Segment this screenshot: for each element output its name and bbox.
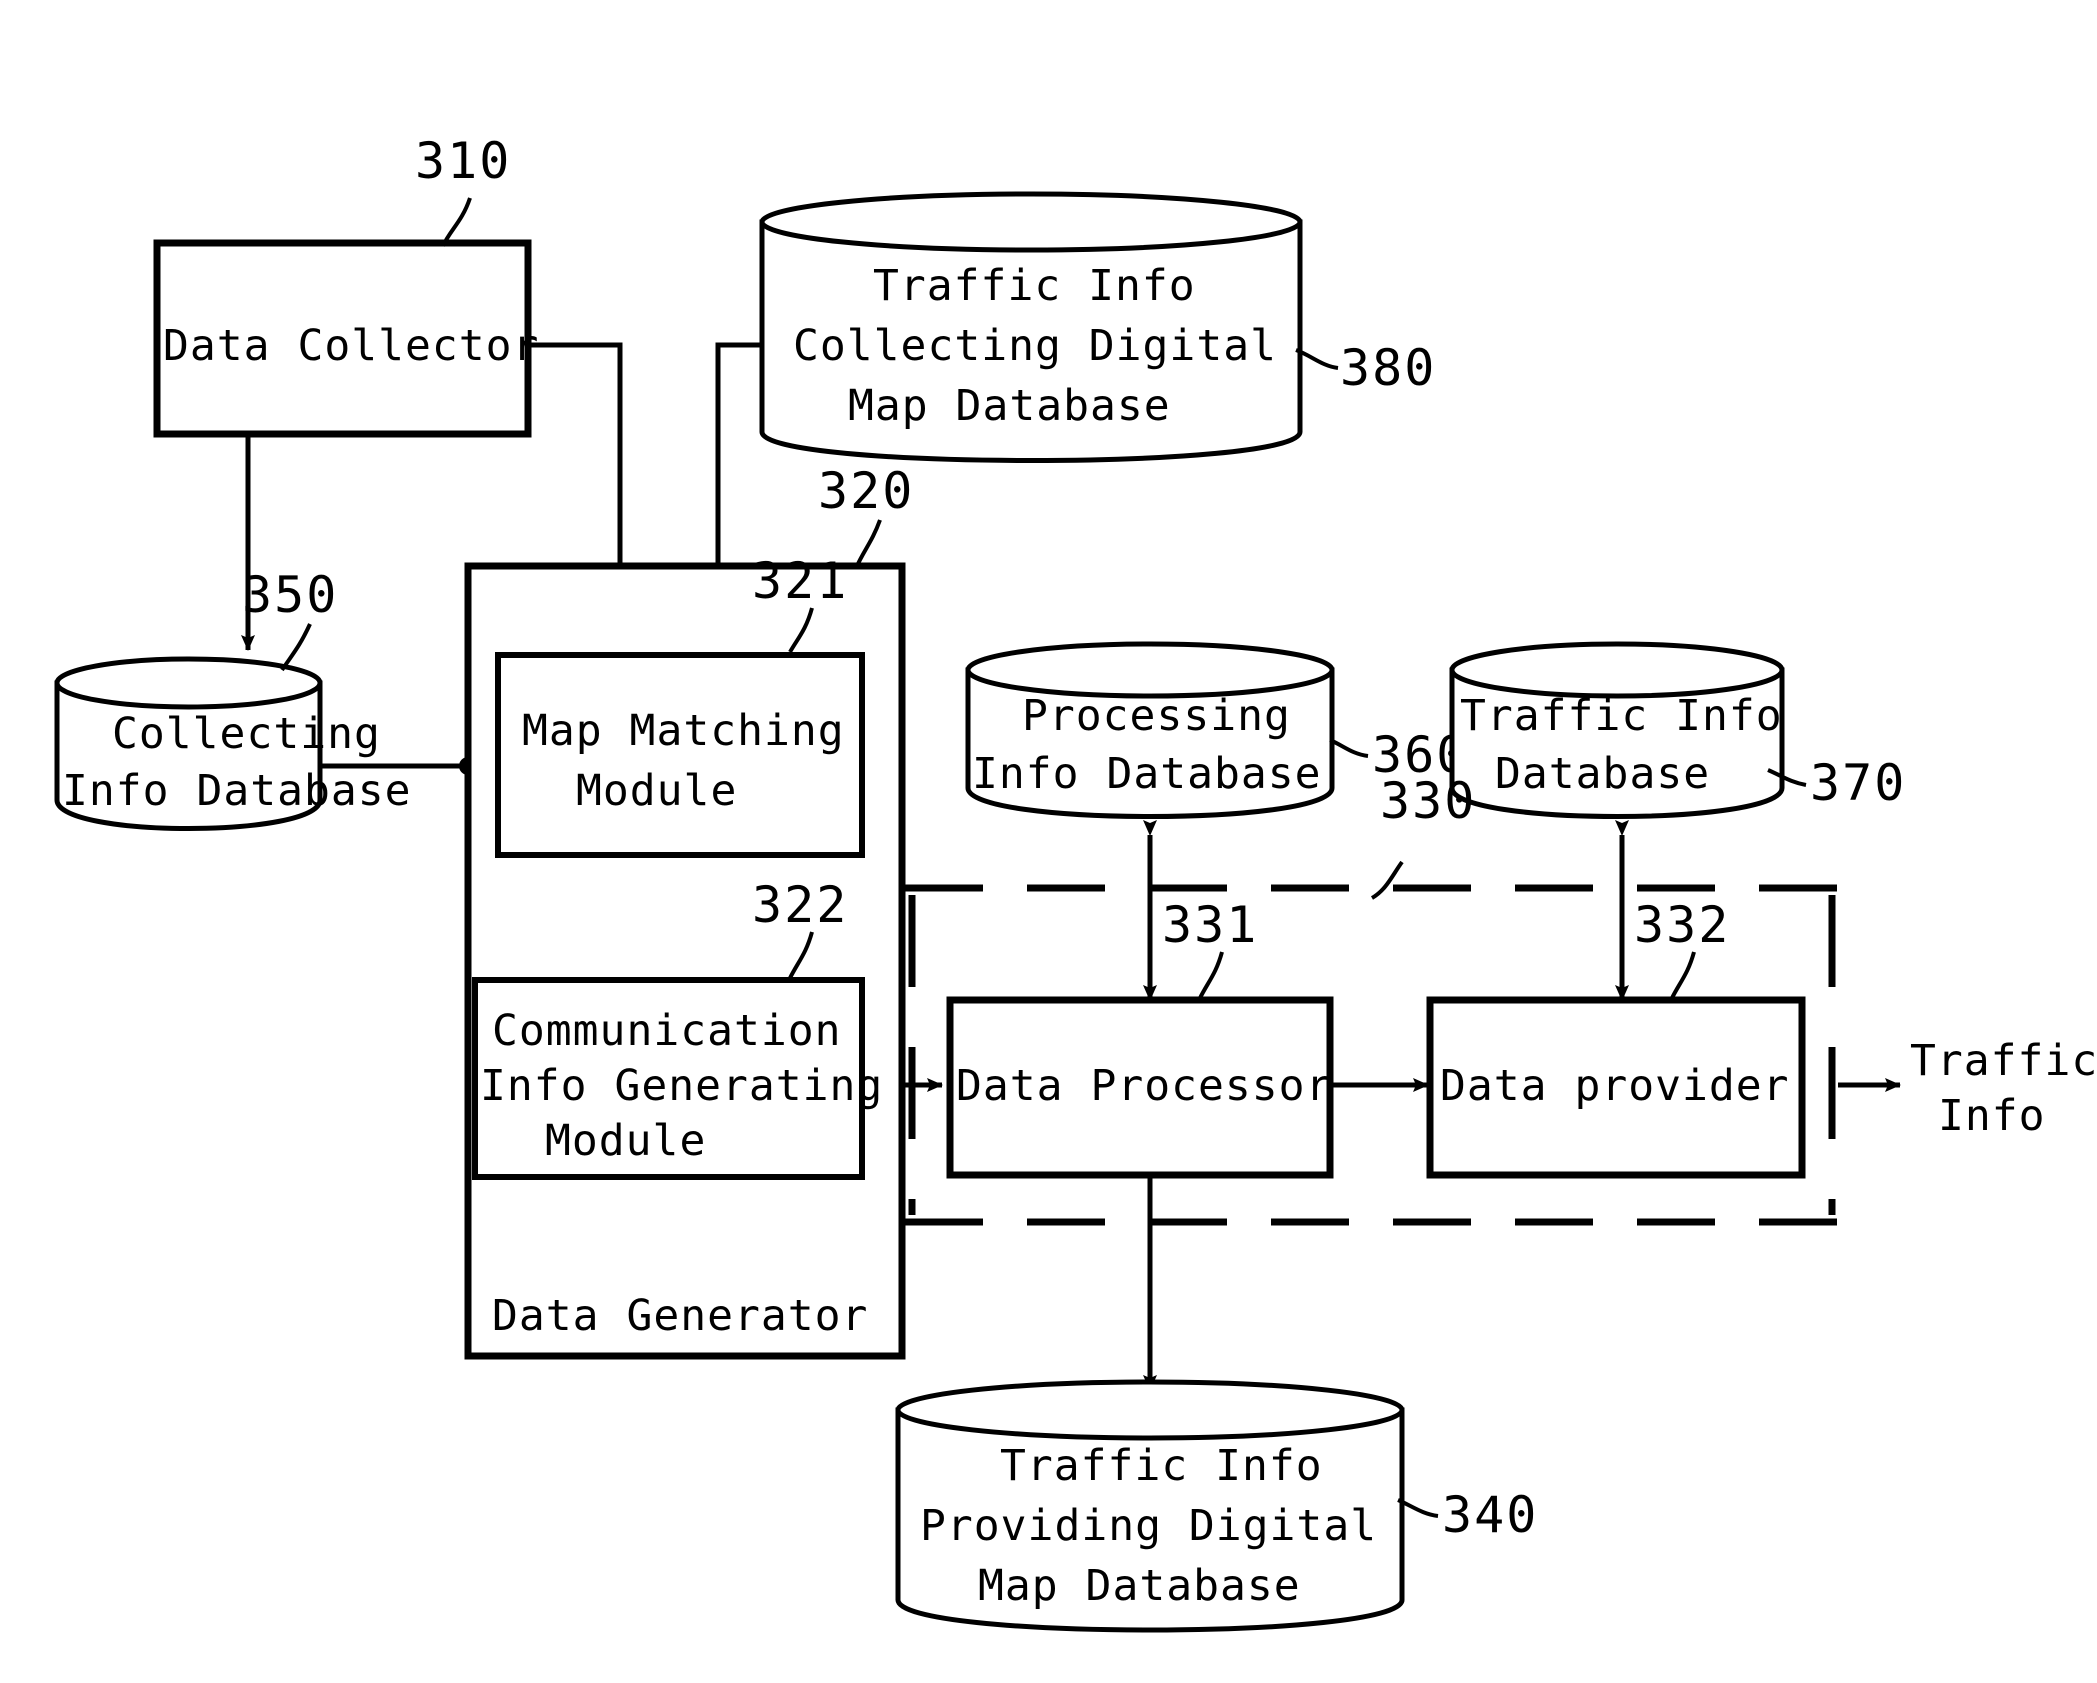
patent-figure: Data Collector 310 Traffic Info Collecti…: [0, 0, 2097, 1683]
db-collecting-map-label-1: Traffic Info: [873, 261, 1196, 311]
leader-360: [1329, 738, 1369, 758]
db-providing-map-label-2: Providing Digital: [920, 1501, 1377, 1551]
block-map-matching-label-1: Map Matching: [522, 706, 845, 756]
ref-322: 322: [752, 876, 848, 934]
db-providing-map-label-1: Traffic Info: [1000, 1441, 1323, 1491]
block-data-collector-label: Data Collector: [163, 321, 539, 371]
block-comm-module-label-2: Info Generating: [480, 1061, 883, 1111]
ref-380: 380: [1340, 339, 1436, 397]
leader-331: [1198, 951, 1224, 999]
leader-320: [854, 519, 882, 569]
diagram-canvas: Data Collector 310 Traffic Info Collecti…: [54, 132, 2097, 1633]
db-collecting-info-label-2: Info Database: [62, 766, 412, 816]
ref-330: 330: [1380, 772, 1476, 830]
ref-370: 370: [1810, 754, 1906, 812]
traffic-info-output-label-2: Info: [1938, 1091, 2046, 1141]
block-comm-module-label-1: Communication: [492, 1006, 842, 1056]
block-data-processor-label: Data Processor: [956, 1061, 1332, 1111]
leader-332: [1670, 951, 1696, 999]
block-comm-module-label-3: Module: [545, 1116, 706, 1166]
block-data-provider-label: Data provider: [1440, 1061, 1790, 1111]
ref-332: 332: [1634, 896, 1730, 954]
leader-330: [1370, 860, 1404, 900]
block-map-matching-label-2: Module: [576, 766, 737, 816]
block-data-generator-label: Data Generator: [492, 1291, 868, 1341]
db-processing-info-label-1: Processing: [1022, 691, 1291, 741]
traffic-info-output-label-1: Traffic: [1910, 1036, 2097, 1086]
ref-310: 310: [415, 132, 511, 190]
db-collecting-info-label-1: Collecting: [112, 709, 381, 759]
db-traffic-info-label-2: Database: [1495, 749, 1710, 799]
leader-310: [441, 197, 472, 247]
ref-320: 320: [818, 462, 914, 520]
db-collecting-map-label-2: Collecting Digital: [793, 321, 1277, 371]
db-collecting-map-label-3: Map Database: [848, 381, 1171, 431]
ref-340: 340: [1442, 1486, 1538, 1544]
ref-350: 350: [242, 566, 338, 624]
leader-350: [280, 623, 312, 672]
db-providing-map-label-3: Map Database: [978, 1561, 1301, 1611]
db-traffic-info-label-1: Traffic Info: [1460, 691, 1783, 741]
ref-321: 321: [752, 552, 848, 610]
ref-331: 331: [1162, 896, 1258, 954]
db-processing-info-label-2: Info Database: [972, 749, 1322, 799]
